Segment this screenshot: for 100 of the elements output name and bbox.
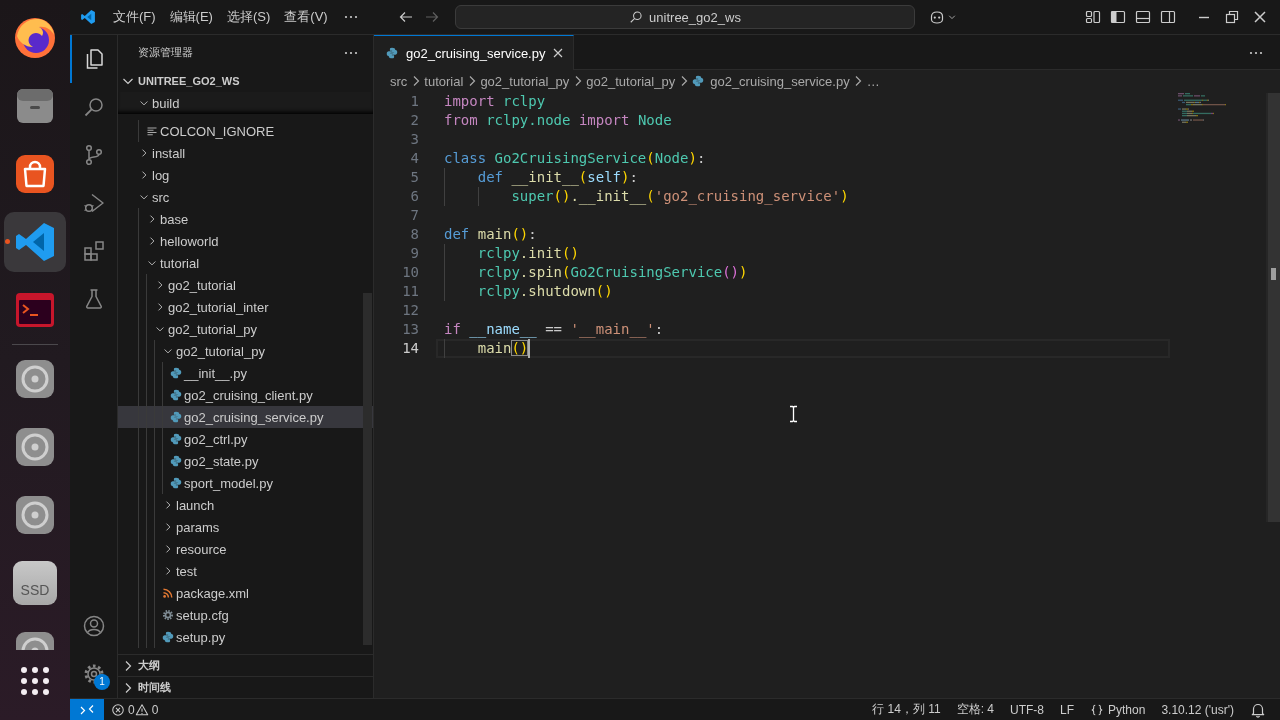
code-line: def main(): bbox=[444, 225, 537, 244]
python-file-icon bbox=[170, 433, 182, 445]
line-number: 4 bbox=[409, 149, 419, 168]
tree-item[interactable]: sport_model.py bbox=[118, 472, 373, 494]
tree-item[interactable]: go2_tutorial bbox=[118, 274, 373, 296]
status-item[interactable]: LF bbox=[1052, 702, 1082, 717]
status-item[interactable]: UTF-8 bbox=[1002, 702, 1052, 717]
extensions-icon[interactable] bbox=[81, 239, 106, 263]
account-icon[interactable] bbox=[81, 614, 106, 638]
menu-item[interactable]: 查看(V) bbox=[277, 6, 335, 28]
menu-item[interactable]: 选择(S) bbox=[219, 6, 278, 28]
code-line: rclpy.spin(Go2CruisingService()) bbox=[477, 263, 748, 282]
search-icon bbox=[629, 10, 644, 24]
menu-item[interactable]: 文件(F) bbox=[106, 6, 163, 28]
tree-item[interactable]: setup.cfg bbox=[118, 604, 373, 626]
restore-icon[interactable] bbox=[1224, 9, 1240, 25]
disk-drive-icon[interactable] bbox=[13, 493, 57, 537]
python-file-icon bbox=[170, 455, 182, 467]
i-beam-pointer-icon bbox=[789, 405, 798, 423]
app-logo-icon[interactable] bbox=[13, 220, 57, 264]
ssd-drive-button[interactable]: SSD bbox=[13, 561, 57, 605]
line-number: 10 bbox=[401, 263, 419, 282]
tree-item[interactable]: src bbox=[118, 186, 373, 208]
rss-icon bbox=[162, 587, 174, 599]
line-number: 5 bbox=[409, 168, 419, 187]
code-line: import rclpy bbox=[444, 92, 546, 111]
back-arrow-icon[interactable] bbox=[398, 9, 414, 25]
tree-item[interactable]: resource bbox=[118, 538, 373, 560]
tree-item[interactable]: go2_tutorial_inter bbox=[118, 296, 373, 318]
python-file-icon bbox=[692, 75, 705, 87]
tree-item[interactable]: helloworld bbox=[118, 230, 373, 252]
menu-item[interactable]: 编辑(E) bbox=[162, 6, 220, 28]
line-number: 6 bbox=[409, 187, 419, 206]
scrollbar-thumb[interactable] bbox=[363, 293, 372, 645]
tree-item[interactable]: COLCON_IGNORE bbox=[118, 120, 373, 142]
app-grid-icon[interactable] bbox=[21, 667, 49, 695]
code-line: def __init__(self): bbox=[477, 168, 638, 187]
code-line: if __name__ == '__main__': bbox=[444, 320, 664, 339]
tree-item[interactable]: setup.py bbox=[118, 626, 373, 648]
close-icon[interactable] bbox=[1252, 9, 1268, 25]
line-number: 9 bbox=[409, 244, 419, 263]
warning-icon bbox=[134, 702, 149, 717]
tree-item[interactable]: package.xml bbox=[118, 582, 373, 604]
error-icon bbox=[111, 702, 125, 717]
section-header[interactable]: 大纲 bbox=[118, 654, 373, 676]
chevron-down-icon[interactable] bbox=[947, 12, 957, 22]
line-number: 2 bbox=[409, 111, 419, 130]
code-line: main() bbox=[477, 339, 529, 358]
tree-item[interactable]: install bbox=[118, 142, 373, 164]
disk-drive-icon[interactable] bbox=[13, 357, 57, 401]
line-number: 14 bbox=[401, 339, 419, 358]
layout-icon[interactable] bbox=[1085, 9, 1101, 25]
breadcrumb-item[interactable]: … bbox=[866, 73, 880, 89]
python-file-icon bbox=[386, 47, 398, 59]
command-center-field[interactable]: unitree_go2_ws bbox=[455, 5, 915, 29]
status-item[interactable]: 空格: 4 bbox=[948, 701, 1002, 718]
editor-tab[interactable]: go2_cruising_service.py bbox=[374, 35, 575, 70]
problems-button[interactable]: 0 0 bbox=[106, 699, 164, 720]
code-line: rclpy.shutdown() bbox=[477, 282, 613, 301]
line-number: 3 bbox=[409, 130, 419, 149]
tree-item[interactable]: go2_state.py bbox=[118, 450, 373, 472]
tree-item[interactable]: __init__.py bbox=[118, 362, 373, 384]
disk-drive-icon[interactable] bbox=[13, 425, 57, 469]
notifications-icon[interactable] bbox=[1250, 701, 1266, 718]
breadcrumb-item[interactable]: go2_tutorial_py bbox=[586, 73, 676, 89]
tree-item[interactable]: go2_tutorial_py bbox=[118, 340, 373, 362]
tree-item[interactable]: go2_cruising_client.py bbox=[118, 384, 373, 406]
interpreter-button[interactable]: 3.10.12 ('usr') bbox=[1153, 702, 1242, 717]
gear-icon bbox=[162, 609, 174, 621]
shopping-bag-icon[interactable] bbox=[13, 152, 57, 196]
breadcrumb-item[interactable]: tutorial bbox=[424, 73, 464, 89]
panel-bottom-icon[interactable] bbox=[1135, 9, 1151, 25]
tree-item[interactable]: log bbox=[118, 164, 373, 186]
breadcrumb-item[interactable]: go2_cruising_service.py bbox=[692, 73, 850, 89]
tree-item[interactable]: params bbox=[118, 516, 373, 538]
line-number: 1 bbox=[409, 92, 419, 111]
scrollbar-thumb[interactable] bbox=[1266, 93, 1280, 522]
breadcrumb-item[interactable]: go2_tutorial_py bbox=[480, 73, 570, 89]
robot-head-icon[interactable] bbox=[929, 9, 945, 25]
tree-item[interactable]: launch bbox=[118, 494, 373, 516]
scrollbar-marker bbox=[1271, 268, 1276, 280]
tree-item[interactable]: go2_ctrl.py bbox=[118, 428, 373, 450]
tree-item[interactable]: tutorial bbox=[118, 252, 373, 274]
play-bug-icon[interactable] bbox=[81, 191, 106, 215]
notification-badge: 1 bbox=[94, 674, 110, 690]
language-mode-button[interactable]: Python bbox=[1082, 702, 1154, 717]
remote-button[interactable] bbox=[70, 699, 104, 720]
status-item[interactable]: 行 14，列 11 bbox=[864, 701, 949, 718]
sidebar-right-icon[interactable] bbox=[1160, 9, 1176, 25]
tree-item[interactable]: test bbox=[118, 560, 373, 582]
python-file-icon bbox=[162, 631, 174, 643]
sidebar-left-icon[interactable] bbox=[1110, 9, 1126, 25]
breadcrumb-item[interactable]: src bbox=[390, 73, 408, 89]
globe-icon[interactable] bbox=[13, 16, 57, 60]
line-number: 11 bbox=[401, 282, 419, 301]
tree-item[interactable]: base bbox=[118, 208, 373, 230]
tree-item[interactable]: go2_tutorial_py bbox=[118, 318, 373, 340]
code-line: super().__init__('go2_cruising_service') bbox=[511, 187, 849, 206]
tree-item[interactable]: go2_cruising_service.py bbox=[118, 406, 373, 428]
workspace-header[interactable]: UNITREE_GO2_WS bbox=[118, 70, 373, 92]
